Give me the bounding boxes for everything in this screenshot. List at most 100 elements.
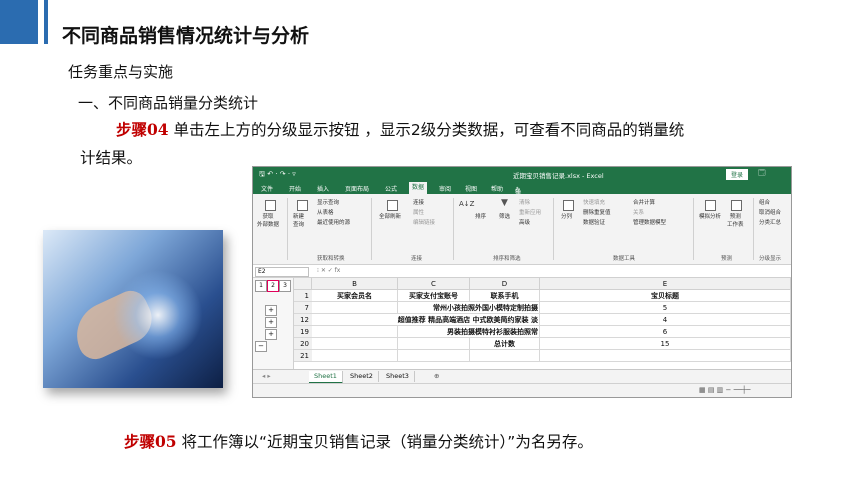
cell-header-title[interactable]: 宝贝标题	[540, 290, 791, 302]
table-cell[interactable]	[540, 350, 791, 362]
table-cell[interactable]	[312, 338, 398, 350]
sheet-scroll-arrows[interactable]: ◂ ▸	[257, 371, 276, 382]
table-cell[interactable]: 4	[540, 314, 791, 326]
data-validation-button[interactable]: 数据验证	[583, 218, 605, 226]
sheet-tab-2[interactable]: Sheet2	[345, 371, 379, 382]
table-cell[interactable]: 男装拍摄模特衬衫服装拍照常	[398, 326, 540, 338]
login-button[interactable]: 登录	[726, 169, 749, 180]
table-cell[interactable]	[470, 350, 540, 362]
table-cell[interactable]	[398, 338, 470, 350]
tab-formulas[interactable]: 公式	[385, 184, 397, 193]
outline-level-3-button[interactable]: 3	[279, 280, 291, 292]
column-header-e[interactable]: E	[540, 278, 791, 290]
outline-gutter: 1 2 3 + + + −	[253, 278, 294, 382]
show-query-button[interactable]: 显示查询	[317, 198, 339, 206]
tab-insert[interactable]: 插入	[317, 184, 329, 193]
clear-button[interactable]: 清除	[519, 198, 530, 206]
forecast-sheet-button[interactable]: 预测 工作表	[727, 212, 744, 228]
what-if-icon	[705, 200, 716, 211]
tab-help[interactable]: 帮助	[491, 184, 503, 193]
expand-group-19-button[interactable]: +	[265, 329, 277, 340]
row-header[interactable]: 21	[294, 350, 312, 362]
manage-data-model-button[interactable]: 管理数据模型	[633, 218, 666, 226]
sheet-tab-3[interactable]: Sheet3	[381, 371, 415, 382]
quick-access-toolbar[interactable]: 🖫 ↶ · ↷ · ▿	[259, 170, 296, 181]
add-sheet-icon[interactable]: ⊕	[429, 371, 444, 382]
advanced-button[interactable]: 高级	[519, 218, 530, 226]
tab-review[interactable]: 审阅	[439, 184, 451, 193]
column-header-b[interactable]: B	[312, 278, 398, 290]
outline-level-1-button[interactable]: 1	[255, 280, 267, 292]
relationships-button[interactable]: 关系	[633, 208, 644, 216]
excel-window: 🖫 ↶ · ↷ · ▿ 近期宝贝销售记录.xlsx - Excel 登录 🗔 文…	[252, 166, 792, 398]
view-buttons[interactable]: ▦ ▤ ▥ − ──┼─	[699, 386, 750, 394]
remove-duplicates-button[interactable]: 删除重复值	[583, 208, 611, 216]
outline-level-2-button[interactable]: 2	[267, 280, 279, 292]
sort-button[interactable]: 排序	[475, 212, 486, 220]
expand-group-7-button[interactable]: +	[265, 305, 277, 316]
what-if-analysis-button[interactable]: 模拟分析	[699, 212, 721, 220]
get-external-data-button[interactable]: 获取 外部数据	[257, 212, 279, 228]
consolidate-button[interactable]: 合并计算	[633, 198, 655, 206]
sheet-tab-bar: ◂ ▸ Sheet1 Sheet2 Sheet3 ⊕	[253, 369, 791, 384]
row-header[interactable]: 19	[294, 326, 312, 338]
cell-header-phone[interactable]: 联系手机	[470, 290, 540, 302]
tab-page-layout[interactable]: 页面布局	[345, 184, 369, 193]
sort-az-button[interactable]: A↓Z	[459, 200, 474, 208]
row-header[interactable]: 20	[294, 338, 312, 350]
recent-sources-button[interactable]: 最近使用的源	[317, 218, 350, 226]
name-box[interactable]: E2	[255, 267, 309, 277]
properties-button[interactable]: 属性	[413, 208, 424, 216]
subtotal-button[interactable]: 分类汇总	[759, 218, 781, 226]
expand-group-12-button[interactable]: +	[265, 317, 277, 328]
new-query-button[interactable]: 新建 查询	[293, 212, 304, 228]
table-cell[interactable]: 5	[540, 302, 791, 314]
data-ribbon: 获取 外部数据 新建 查询 显示查询 从表格 最近使用的源 获取和转换 全部刷新…	[253, 194, 791, 265]
collapse-all-button[interactable]: −	[255, 341, 267, 352]
ribbon-separator	[553, 198, 554, 260]
table-cell[interactable]: 常州小孩拍照外国小模特定制拍摄	[398, 302, 540, 314]
formula-bar-icons[interactable]: ⁝ ✕ ✓ fx	[317, 267, 340, 274]
tab-view[interactable]: 视图	[465, 184, 477, 193]
flash-fill-button[interactable]: 快速填充	[583, 198, 605, 206]
select-all-corner[interactable]	[294, 278, 312, 290]
cell-header-buyer[interactable]: 买家会员名	[312, 290, 398, 302]
ungroup-button[interactable]: 取消组合	[759, 208, 781, 216]
table-cell[interactable]: 总计数	[470, 338, 540, 350]
text-to-columns-button[interactable]: 分列	[561, 212, 572, 220]
filter-funnel-icon: ▼	[501, 198, 508, 208]
table-cell[interactable]: 6	[540, 326, 791, 338]
step-04-text: 单击左上方的分级显示按钮 ，显示2级分类数据，可查看不同商品的销量统	[168, 121, 685, 139]
text-to-columns-icon	[563, 200, 574, 211]
reapply-button[interactable]: 重新应用	[519, 208, 541, 216]
table-cell[interactable]	[312, 302, 398, 314]
window-restore-icon[interactable]: 🗔	[758, 169, 766, 180]
refresh-all-button[interactable]: 全部刷新	[379, 212, 401, 220]
column-header-d[interactable]: D	[470, 278, 540, 290]
decorative-photo	[43, 230, 223, 388]
row-header[interactable]: 7	[294, 302, 312, 314]
status-bar: ▦ ▤ ▥ − ──┼─	[253, 383, 791, 397]
filter-button[interactable]: 筛选	[499, 212, 510, 220]
ribbon-separator	[371, 198, 372, 260]
group-button[interactable]: 组合	[759, 198, 770, 206]
tab-data[interactable]: 数据	[409, 182, 428, 194]
group-data-tools: 数据工具	[613, 256, 636, 262]
connections-button[interactable]: 连接	[413, 198, 424, 206]
step-04-text-continued: 计结果。	[80, 149, 143, 167]
table-cell[interactable]	[398, 350, 470, 362]
row-header[interactable]: 12	[294, 314, 312, 326]
tab-home[interactable]: 开始	[289, 184, 301, 193]
edit-links-button[interactable]: 编辑链接	[413, 218, 435, 226]
cell-header-alipay[interactable]: 买家支付宝账号	[398, 290, 470, 302]
table-cell[interactable]	[312, 326, 398, 338]
tab-file[interactable]: 文件	[261, 184, 273, 193]
column-header-c[interactable]: C	[398, 278, 470, 290]
ribbon-separator	[753, 198, 754, 260]
table-cell[interactable]	[312, 350, 398, 362]
from-table-button[interactable]: 从表格	[317, 208, 334, 216]
row-header[interactable]: 1	[294, 290, 312, 302]
table-cell[interactable]: 超值推荐 精品高端酒店 中式欧美简约家装 淡	[312, 314, 540, 326]
group-forecast: 预测	[721, 256, 733, 262]
table-cell[interactable]: 15	[540, 338, 791, 350]
